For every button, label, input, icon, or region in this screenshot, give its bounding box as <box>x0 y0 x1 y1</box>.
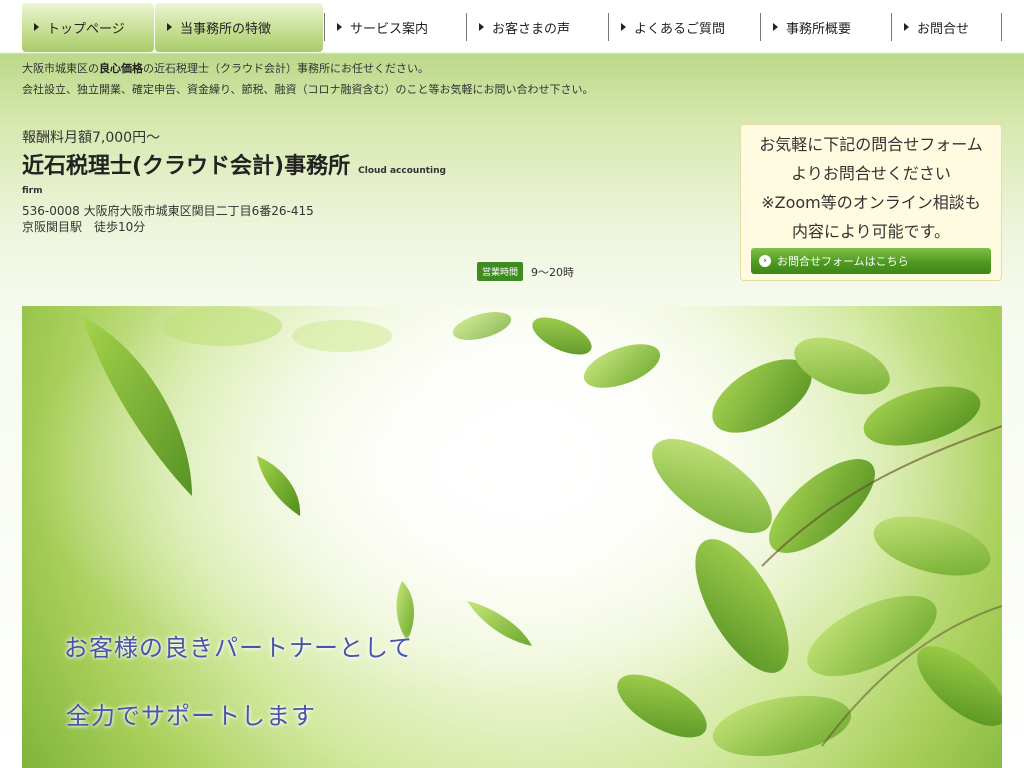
nav-item-label: サービス案内 <box>350 21 429 37</box>
tagline-text: 大阪市城東区の <box>22 62 99 75</box>
caret-right-icon <box>479 23 484 31</box>
hours-badge: 営業時間 <box>477 262 524 281</box>
nav-item-features[interactable]: 当事務所の特徴 <box>155 2 323 52</box>
contact-message-line: よりお問合せください <box>791 164 951 183</box>
main-nav: トップページ 当事務所の特徴 サービス案内 お客さまの声 よくあるご質問 事務所… <box>22 2 1002 52</box>
nav-item-services[interactable]: サービス案内 <box>324 13 467 41</box>
caret-right-icon <box>337 23 342 31</box>
header-tagline: 大阪市城東区の良心価格の近石税理士（クラウド会計）事務所にお任せください。 会社… <box>22 58 594 100</box>
hero-banner: お客様の良きパートナーとして 全力でサポートします <box>22 306 1002 768</box>
hero-headline-1: お客様の良きパートナーとして <box>64 634 414 662</box>
contact-message-line: 内容により可能です。 <box>791 222 951 241</box>
site-title-en-suffix: firm <box>22 186 43 196</box>
tagline-text: の近石税理士（クラウド会計）事務所にお任せください。 <box>143 62 429 75</box>
caret-right-icon <box>621 23 626 31</box>
nav-item-about[interactable]: 事務所概要 <box>761 13 892 41</box>
caret-right-icon <box>904 23 909 31</box>
contact-form-button-label: お問合せフォームはこちら <box>777 255 909 268</box>
nav-item-contact[interactable]: お問合せ <box>892 13 1002 41</box>
nav-item-top[interactable]: トップページ <box>22 2 154 52</box>
caret-right-icon <box>34 23 39 31</box>
site-title-row: 近石税理士(クラウド会計)事務所 Cloud accounting <box>22 148 492 180</box>
access-line: 京阪関目駅 徒歩10分 <box>22 220 146 234</box>
site-title[interactable]: 近石税理士(クラウド会計)事務所 <box>22 154 350 179</box>
tagline-line-1: 大阪市城東区の良心価格の近石税理士（クラウド会計）事務所にお任せください。 <box>22 58 594 79</box>
nav-item-faq[interactable]: よくあるご質問 <box>609 13 761 41</box>
contact-message: お気軽に下記の問合せフォーム よりお問合せください ※Zoom等のオンライン相談… <box>741 130 1001 246</box>
nav-item-label: 事務所概要 <box>786 21 852 37</box>
tagline-line-2: 会社設立、独立開業、確定申告、資金繰り、節税、融資（コロナ融資含む）のこと等お気… <box>22 83 594 96</box>
site-title-en: Cloud accounting <box>358 166 446 176</box>
nav-item-label: お問合せ <box>917 21 970 37</box>
contact-form-button[interactable]: › お問合せフォームはこちら <box>751 248 991 274</box>
monthly-fee: 報酬料月額7,000円～ <box>22 130 161 146</box>
tagline-emphasis: 良心価格 <box>99 62 143 75</box>
nav-item-label: 当事務所の特徴 <box>180 21 272 37</box>
nav-item-label: トップページ <box>47 21 125 37</box>
contact-message-line: ※Zoom等のオンライン相談も <box>761 193 981 212</box>
nav-item-label: よくあるご質問 <box>634 21 726 37</box>
hours-value: 9～20時 <box>531 265 575 279</box>
contact-box: お気軽に下記の問合せフォーム よりお問合せください ※Zoom等のオンライン相談… <box>740 124 1002 281</box>
address-line: 536-0008 大阪府大阪市城東区関目二丁目6番26-415 <box>22 204 314 218</box>
business-hours: 営業時間 9～20時 <box>477 262 574 281</box>
hero-headline-2: 全力でサポートします <box>66 702 316 730</box>
caret-right-icon <box>167 23 172 31</box>
office-address: 536-0008 大阪府大阪市城東区関目二丁目6番26-415 京阪関目駅 徒歩… <box>22 203 314 235</box>
caret-right-icon <box>773 23 778 31</box>
contact-message-line: お気軽に下記の問合せフォーム <box>759 135 983 154</box>
nav-item-label: お客さまの声 <box>492 21 571 37</box>
nav-item-voices[interactable]: お客さまの声 <box>467 13 609 41</box>
chevron-right-circle-icon: › <box>759 255 771 267</box>
